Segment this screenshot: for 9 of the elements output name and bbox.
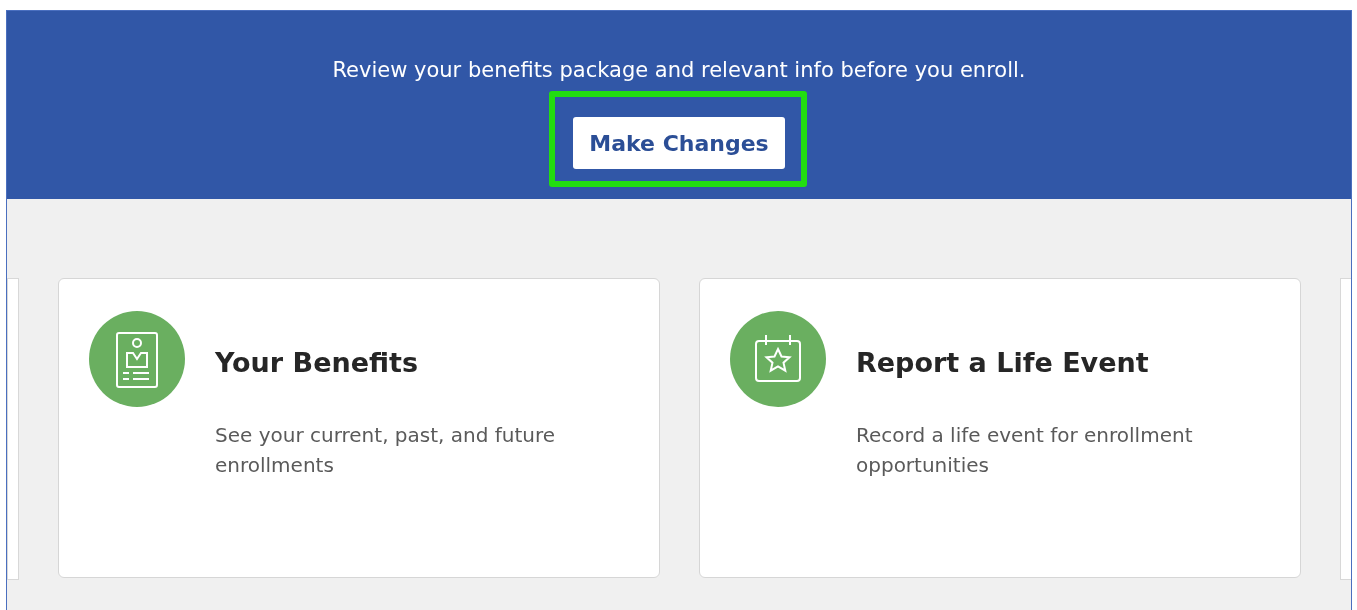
card-description: See your current, past, and future enrollments bbox=[215, 422, 557, 479]
card[interactable]: Your Benefits See your current, past, and future enrollments bbox=[58, 278, 660, 578]
card-title: Your Benefits bbox=[215, 347, 419, 378]
banner-message: Review your benefits package and relevant info before you enroll. bbox=[332, 57, 1026, 83]
card-title: Report a Life Event bbox=[856, 347, 1150, 378]
card-description: Record a life event for enrollment opportunities bbox=[856, 422, 1194, 479]
id-badge-icon bbox=[89, 311, 185, 407]
card[interactable]: Report a Life Event Record a life event for enrollment opportunities bbox=[699, 278, 1301, 578]
make-changes-button[interactable]: Make Changes bbox=[573, 117, 785, 169]
